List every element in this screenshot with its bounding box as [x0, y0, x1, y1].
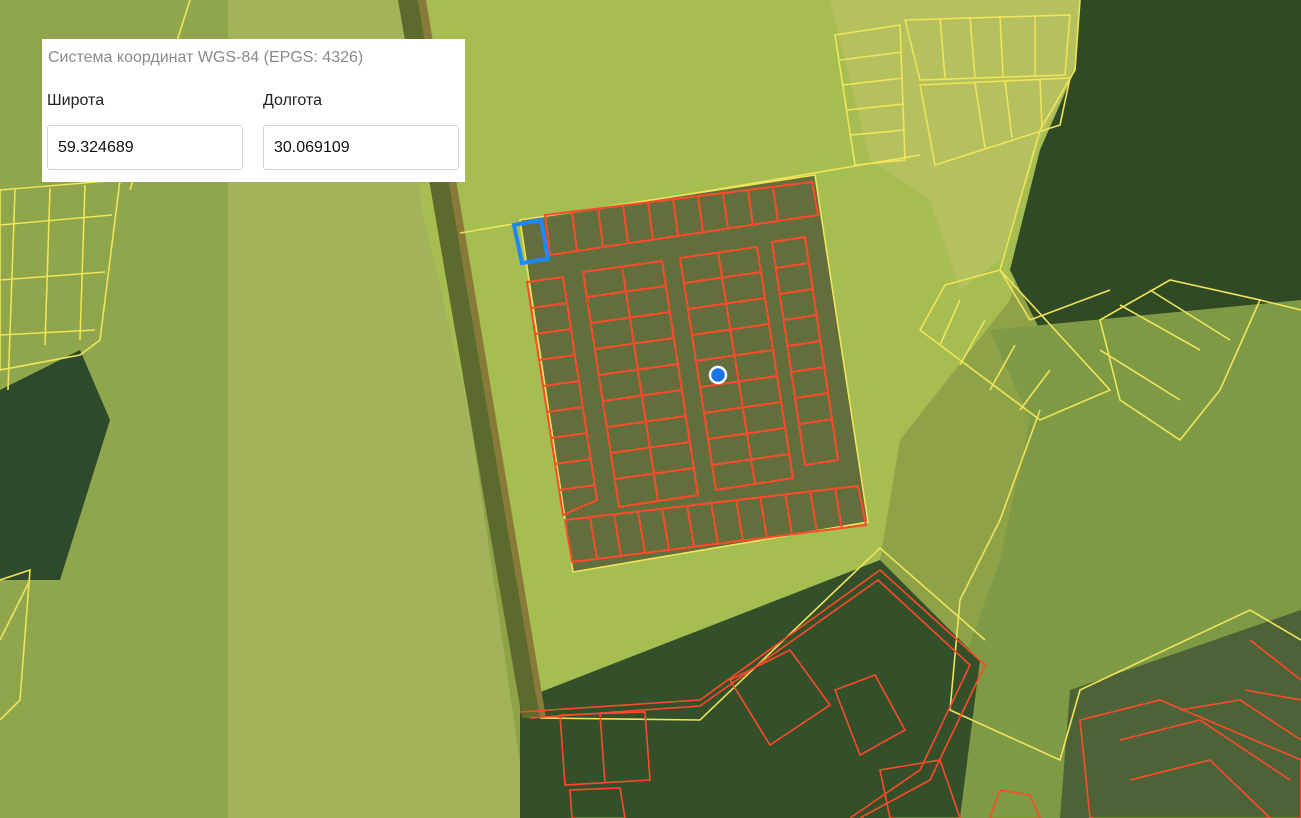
coordinate-system-title: Система координат WGS-84 (EPGS: 4326)	[48, 49, 364, 66]
longitude-group: Долгота	[263, 91, 459, 170]
latitude-group: Широта	[47, 91, 243, 170]
parcel-block	[520, 175, 868, 572]
coordinate-panel: Система координат WGS-84 (EPGS: 4326) Ши…	[42, 39, 465, 182]
latitude-label: Широта	[47, 92, 105, 109]
latitude-input[interactable]	[47, 125, 243, 170]
longitude-input[interactable]	[263, 125, 459, 170]
longitude-label: Долгота	[263, 92, 322, 109]
location-marker[interactable]	[708, 365, 728, 385]
